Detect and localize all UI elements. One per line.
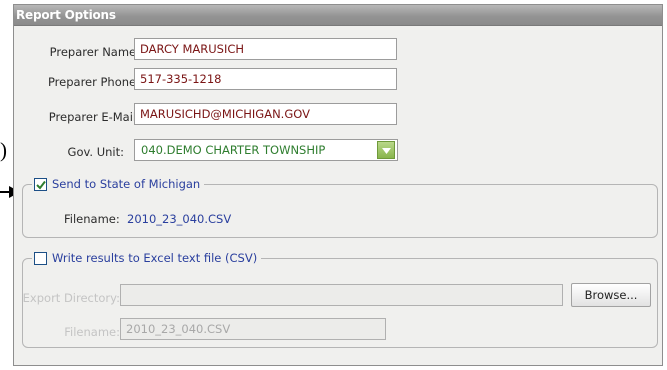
excel-filename-label: Filename: <box>64 325 120 339</box>
panel-header: Report Options <box>14 5 662 26</box>
excel-label[interactable]: Write results to Excel text file (CSV) <box>52 251 257 265</box>
dropdown-chevron-icon[interactable] <box>377 141 395 159</box>
preparer-phone-input[interactable]: 517-335-1218 <box>134 68 397 90</box>
export-directory-input[interactable] <box>120 284 563 306</box>
send-filename-value: 2010_23_040.CSV <box>127 212 232 226</box>
send-state-label[interactable]: Send to State of Michigan <box>52 177 200 191</box>
send-state-legend: Send to State of Michigan <box>32 176 205 192</box>
preparer-name-label: Preparer Name: <box>49 45 140 59</box>
edge-paren-text: ) <box>0 138 7 162</box>
gov-unit-value: 040.DEMO CHARTER TOWNSHIP <box>141 143 326 157</box>
preparer-phone-label: Preparer Phone: <box>47 75 140 89</box>
screenshot-frame: ) Report Options Preparer Name: DARCY MA… <box>0 0 667 370</box>
excel-checkbox[interactable] <box>34 251 47 265</box>
excel-legend: Write results to Excel text file (CSV) <box>32 250 262 266</box>
gov-unit-select[interactable]: 040.DEMO CHARTER TOWNSHIP <box>134 139 398 161</box>
browse-button[interactable]: Browse... <box>571 283 651 307</box>
report-options-panel: Report Options Preparer Name: DARCY MARU… <box>13 4 663 366</box>
send-filename-label: Filename: <box>64 212 120 226</box>
preparer-name-input[interactable]: DARCY MARUSICH <box>134 38 397 60</box>
checkmark-icon <box>36 180 46 190</box>
send-state-group <box>22 184 658 238</box>
gov-unit-label: Gov. Unit: <box>67 145 124 159</box>
export-directory-label: Export Directory: <box>22 291 120 305</box>
excel-filename-input[interactable]: 2010_23_040.CSV <box>120 318 386 340</box>
send-state-checkbox[interactable] <box>34 177 47 191</box>
panel-title: Report Options <box>16 8 116 22</box>
preparer-email-label: Preparer E-Mail: <box>48 110 140 124</box>
preparer-email-input[interactable]: MARUSICHD@MICHIGAN.GOV <box>134 103 397 125</box>
